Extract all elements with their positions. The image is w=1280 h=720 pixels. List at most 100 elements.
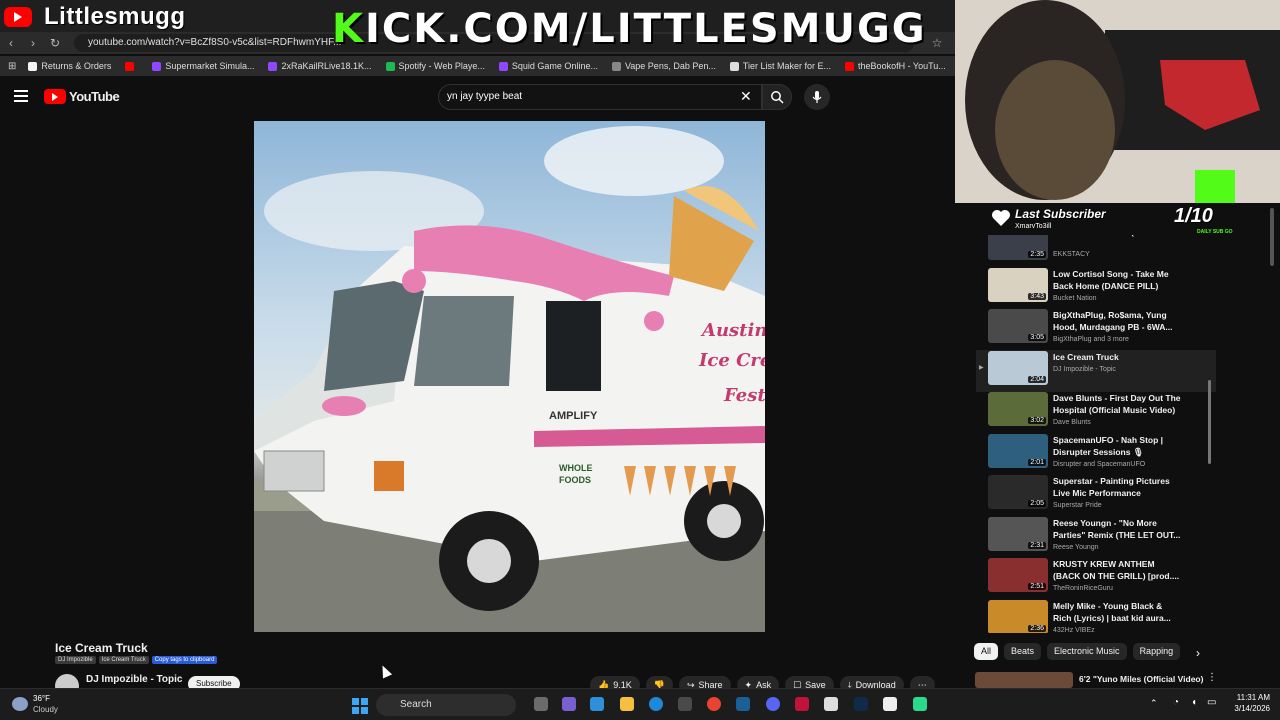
tag-chip[interactable]: Ice Cream Truck [98, 656, 149, 664]
playlist-item[interactable]: 3:05 BigXthaPlug, Ro$ama, Yung Hood, Murd… [976, 308, 1216, 350]
photoshop-icon[interactable] [854, 697, 868, 711]
bookmark-item[interactable]: Tier List Maker for E... [729, 61, 832, 71]
valorant-icon[interactable] [795, 697, 809, 711]
clock-date[interactable]: 3/14/2026 [1226, 704, 1270, 713]
bookmark-item[interactable]: Returns & Orders [28, 61, 111, 71]
playlist-item[interactable]: ▶ 2:04 Ice Cream Truck DJ Impozible - Topic [976, 349, 1216, 392]
playlist-item[interactable]: 2:36 Melly Mike - Young Black & Rich (Lyr… [976, 599, 1216, 633]
playlist-item[interactable]: 3:43 Low Cortisol Song - Take Me Back Hom… [976, 267, 1216, 309]
truck-store-whole: WHOLE [559, 463, 593, 473]
chrome-icon[interactable] [707, 697, 721, 711]
playlist-thumbnail: 3:43 [988, 267, 1048, 302]
apps-grid-icon[interactable]: ⊞ [8, 61, 16, 72]
copy-tags-button[interactable]: Copy tags to clipboard [151, 656, 218, 664]
playlist-item-title: BigXthaPlug, Ro$ama, Yung Hood, Murdagan… [1053, 310, 1173, 332]
bookmark-favicon-icon [125, 61, 135, 71]
video-tags: DJ Impozible Ice Cream Truck Copy tags t… [55, 656, 218, 664]
bookmark-label: Tier List Maker for E... [742, 61, 832, 71]
playlist-item[interactable]: 3:02 Dave Blunts - First Day Out The Hosp… [976, 391, 1216, 433]
playlist-item-title: Melly Mike - Young Black & Rich (Lyrics)… [1053, 600, 1171, 623]
bookmark-item[interactable]: Vape Pens, Dab Pen... [611, 61, 716, 71]
subscriber-overlay: Last Subscriber XmarvTo3ill 1/10 DAILY S… [987, 203, 1277, 235]
last-subscriber-label: Last Subscriber [1015, 207, 1106, 221]
playlist-scrollbar[interactable] [1208, 380, 1211, 464]
voice-search-button[interactable] [804, 84, 830, 110]
taskbar-search[interactable]: Search [376, 694, 516, 716]
bookmark-item[interactable]: theBookofH - YouTu... [845, 61, 946, 71]
task-view-icon[interactable] [534, 697, 548, 711]
bookmark-favicon-icon [268, 61, 278, 71]
bookmark-favicon-icon [611, 61, 621, 71]
playlist-item-channel: EKKSTACY [1053, 251, 1090, 258]
bookmark-favicon-icon [385, 61, 395, 71]
clear-search-icon[interactable]: ✕ [740, 88, 752, 105]
bookmark-item[interactable] [125, 61, 138, 71]
teams-icon[interactable] [562, 697, 576, 711]
reload-icon[interactable]: ↻ [44, 36, 66, 50]
bookmark-star-icon[interactable]: ☆ [926, 36, 948, 50]
search-input[interactable]: yn jay tyype beat [438, 84, 762, 110]
chip-all[interactable]: All [974, 643, 999, 660]
chevron-right-icon[interactable]: › [1196, 646, 1200, 660]
truck-sign-festival: Festival [723, 385, 765, 406]
playlist-item-title: Reese Youngn - "No More Parties" Remix (… [1053, 517, 1181, 540]
channel-name[interactable]: DJ Impozible - Topic [86, 674, 182, 685]
forward-icon[interactable]: › [22, 36, 44, 50]
truck-store-foods: FOODS [559, 475, 591, 485]
chip-electronic-music[interactable]: Electronic Music [1047, 643, 1127, 660]
playlist-thumbnail: 2:51 [988, 558, 1048, 592]
page-scrollbar[interactable] [1270, 208, 1274, 266]
copilot-icon[interactable] [590, 697, 604, 711]
video-player[interactable]: Austin Ice Cream Festival AMPLIFY WHOLE … [254, 121, 765, 632]
file-explorer-icon[interactable] [620, 697, 634, 711]
playlist-item-title: KRUSTY KREW ANTHEM (BACK ON THE GRILL) [… [1053, 559, 1180, 581]
playlist-item[interactable]: 2:35 ...walk this earth ... (Official... E… [976, 235, 1216, 267]
bookmark-item[interactable]: 2xRaKailRLive18.1K... [268, 61, 372, 71]
search-query: yn jay tyype beat [447, 91, 523, 102]
edge-icon[interactable] [649, 697, 663, 711]
youtube-logo-icon [44, 89, 66, 104]
bookmark-label: Supermarket Simula... [165, 61, 255, 71]
bookmark-item[interactable]: Supermarket Simula... [152, 61, 254, 71]
search-button[interactable] [762, 84, 792, 110]
video-duration: 3:02 [1028, 417, 1046, 424]
hamburger-menu-icon[interactable] [14, 90, 28, 104]
mouse-cursor [377, 663, 393, 679]
battery-icon: ▭ [1207, 697, 1217, 708]
discord-icon[interactable] [766, 697, 780, 711]
chevron-up-icon[interactable]: ⌃ [1150, 698, 1158, 709]
bookmark-item[interactable]: Squid Game Online... [498, 61, 598, 71]
store-icon[interactable] [678, 697, 692, 711]
bookmark-label: Returns & Orders [41, 61, 112, 71]
playlist-item-channel: TheRoninRiceGuru [1053, 585, 1113, 592]
video-duration: 2:36 [1028, 624, 1046, 632]
notepad-icon[interactable] [824, 697, 838, 711]
steam-icon[interactable] [736, 697, 750, 711]
tag-chip[interactable]: DJ Impozible [55, 656, 96, 664]
playlist-item-channel: Superstar Pride [1053, 502, 1102, 509]
playlist-item-title: ...walk this earth ... (Official... [1053, 235, 1183, 238]
video-frame: Austin Ice Cream Festival AMPLIFY WHOLE … [254, 126, 765, 632]
system-tray[interactable]: ◔ ◖ ▭ [1173, 697, 1223, 711]
playlist-item-title: SpacemanUFO - Nah Stop | Disrupter Sessi… [1053, 434, 1164, 457]
obs-icon[interactable] [913, 697, 927, 711]
chip-rapping[interactable]: Rapping [1132, 643, 1181, 660]
document-icon[interactable] [883, 697, 897, 711]
playlist-item[interactable]: 2:51 KRUSTY KREW ANTHEM (BACK ON THE GRIL… [976, 557, 1216, 599]
kebab-menu-icon[interactable]: ⋮ [1207, 672, 1217, 683]
chip-beats[interactable]: Beats [1004, 643, 1042, 660]
windows-start-icon[interactable] [352, 698, 368, 714]
bookmark-favicon-icon [729, 61, 739, 71]
back-icon[interactable]: ‹ [0, 36, 22, 50]
webcam-image [955, 0, 1280, 203]
bookmark-favicon-icon [28, 61, 38, 71]
microphone-icon [812, 91, 822, 103]
recommended-title: 6'2 "Yuno Miles (Official Video) [1079, 674, 1204, 684]
bookmark-item[interactable]: Spotify - Web Playe... [385, 61, 485, 71]
playlist-item[interactable]: 2:31 Reese Youngn - "No More Parties" Rem… [976, 516, 1216, 558]
video-duration: 2:05 [1028, 500, 1046, 507]
playlist-item[interactable]: 2:01 SpacemanUFO - Nah Stop | Disrupter S… [976, 433, 1216, 475]
playlist-item[interactable]: 2:05 Superstar - Painting Pictures Live M… [976, 474, 1216, 516]
clock-time[interactable]: 11:31 AM [1226, 693, 1270, 702]
youtube-logo[interactable]: YouTube [44, 89, 120, 104]
